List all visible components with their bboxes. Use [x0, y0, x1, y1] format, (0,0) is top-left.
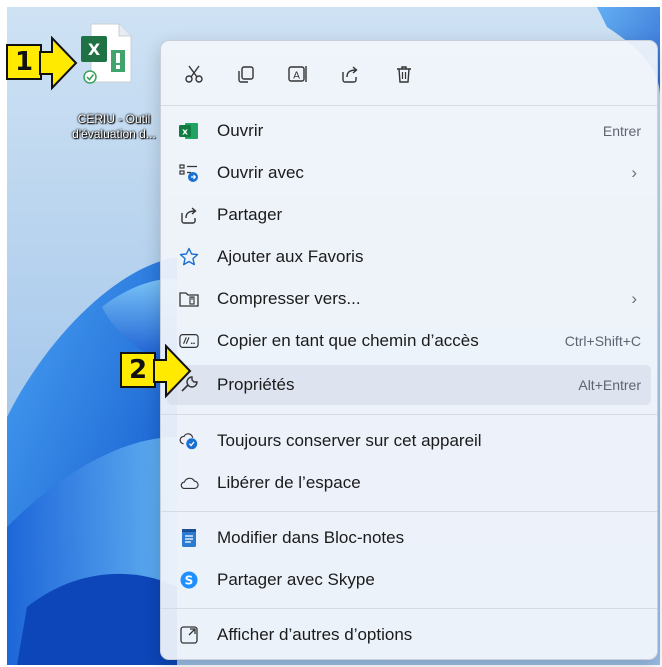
menu-separator: [161, 414, 657, 415]
svg-text:S: S: [185, 574, 194, 588]
marker-2-arrow: [153, 344, 192, 399]
menu-item-shortcut: Entrer: [602, 123, 641, 139]
delete-icon: [397, 66, 411, 83]
menu-separator: [161, 511, 657, 512]
star-icon: [179, 247, 199, 267]
menu-item-compress[interactable]: Compresser vers... ›: [167, 279, 651, 319]
marker-1-label: 1: [6, 44, 42, 80]
menu-item-more-options[interactable]: Afficher d’autres d’options: [167, 615, 651, 655]
file-caption-line2: d'évaluation d...: [72, 127, 156, 141]
menu-item-properties[interactable]: Propriétés Alt+Entrer: [167, 365, 651, 405]
menu-item-label: Propriétés: [217, 375, 295, 394]
menu-separator: [161, 105, 657, 106]
svg-text:x: x: [182, 128, 188, 138]
menu-item-label: Ouvrir: [217, 121, 264, 140]
copy-icon: [238, 66, 254, 83]
menu-item-label: Libérer de l’espace: [217, 473, 361, 492]
svg-text:X: X: [88, 40, 101, 59]
share-icon: [342, 66, 358, 83]
excel-file-icon: X: [81, 23, 132, 84]
chevron-right-icon: ›: [631, 163, 637, 182]
cut-button[interactable]: [177, 57, 211, 91]
notepad-icon: [179, 528, 199, 548]
share-icon: [179, 205, 199, 225]
menu-item-label: Afficher d’autres d’options: [217, 625, 413, 644]
cloud-sync-icon: [179, 431, 199, 451]
menu-item-shortcut: Ctrl+Shift+C: [564, 333, 641, 349]
open-with-icon: [179, 163, 199, 183]
menu-item-label: Modifier dans Bloc-notes: [217, 528, 405, 547]
chevron-right-icon: ›: [631, 289, 637, 308]
menu-separator: [161, 608, 657, 609]
file-caption: CERIU - Outil d'évaluation d...: [59, 112, 169, 142]
menu-item-label: Ajouter aux Favoris: [217, 247, 364, 266]
menu-item-label: Compresser vers...: [217, 289, 361, 308]
menu-item-label: Partager: [217, 205, 283, 224]
menu-item-open-with[interactable]: Ouvrir avec ›: [167, 153, 651, 193]
menu-item-share-skype[interactable]: S Partager avec Skype: [167, 560, 651, 600]
copy-button[interactable]: [229, 57, 263, 91]
zip-folder-icon: [179, 289, 199, 309]
marker-1-arrow: [39, 36, 78, 91]
rename-icon: A: [288, 66, 307, 82]
cut-icon: [185, 65, 203, 83]
excel-icon: x: [179, 121, 199, 141]
menu-item-free-space[interactable]: Libérer de l’espace: [167, 463, 651, 503]
menu-item-add-favorites[interactable]: Ajouter aux Favoris: [167, 237, 651, 277]
menu-item-label: Partager avec Skype: [217, 570, 375, 589]
file-caption-line1: CERIU - Outil: [77, 112, 151, 126]
menu-item-open[interactable]: x Ouvrir Entrer: [167, 111, 651, 151]
menu-item-keep-on-device[interactable]: Toujours conserver sur cet appareil: [167, 421, 651, 461]
menu-item-label: Copier en tant que chemin d’accès: [217, 331, 479, 350]
rename-button[interactable]: A: [281, 57, 315, 91]
skype-icon: S: [179, 570, 199, 590]
menu-item-shortcut: Alt+Entrer: [578, 377, 641, 393]
context-menu: A x Ouvrir Entrer Ouvrir avec › Partager…: [160, 40, 658, 660]
share-toolbar-button[interactable]: [333, 57, 367, 91]
svg-text:A: A: [293, 71, 300, 82]
marker-2-label: 2: [120, 352, 156, 388]
menu-toolbar: A: [161, 41, 657, 105]
menu-item-label: Ouvrir avec: [217, 163, 304, 182]
delete-button[interactable]: [387, 57, 421, 91]
screenshot-frame: X CERIU - Outil d'évaluation d... 1 A x …: [0, 0, 662, 667]
menu-item-copy-path[interactable]: Copier en tant que chemin d’accès Ctrl+S…: [167, 321, 651, 361]
menu-item-share[interactable]: Partager: [167, 195, 651, 235]
menu-item-label: Toujours conserver sur cet appareil: [217, 431, 482, 450]
more-options-icon: [179, 625, 199, 645]
menu-item-edit-notepad[interactable]: Modifier dans Bloc-notes: [167, 518, 651, 558]
cloud-icon: [179, 473, 199, 493]
